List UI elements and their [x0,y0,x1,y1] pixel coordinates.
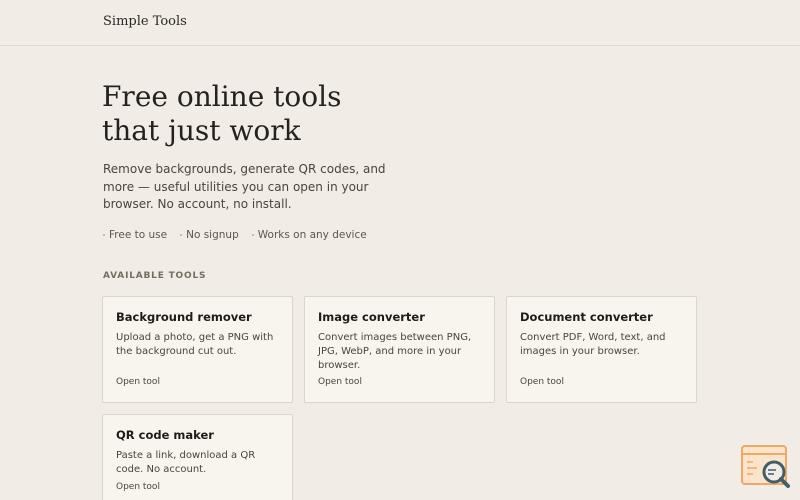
tool-card-qr-code-maker[interactable]: QR code maker Paste a link, download a Q… [102,414,293,500]
card-description: Upload a photo, get a PNG with the backg… [116,332,274,357]
feature-item: Free to use [103,229,167,241]
hero-title-line-2: that just work [102,114,301,147]
open-tool-link[interactable]: Open tool [116,482,160,492]
feature-label: Works on any device [257,229,367,241]
tool-card-document-converter[interactable]: Document converter Convert PDF, Word, te… [506,296,697,403]
feature-item: Works on any device [251,229,367,241]
bullet-icon [180,234,183,236]
tool-card-image-converter[interactable]: Image converter Convert images between P… [304,296,495,403]
hero-title-line-1: Free online tools [102,80,342,113]
card-description: Convert images between PNG, JPG, WebP, a… [318,332,472,371]
card-description: Convert PDF, Word, text, and images in y… [520,332,666,357]
card-title: Image converter [318,310,425,324]
hero-title: Free online tools that just work [102,80,432,148]
bullet-icon [251,234,254,236]
feature-item: No signup [180,229,239,241]
card-title: QR code maker [116,428,214,442]
hero-description: Remove backgrounds, generate QR codes, a… [103,162,386,211]
section-label: AVAILABLE TOOLS [103,271,207,281]
feature-list: Free to use No signup Works on any devic… [103,229,367,241]
card-title: Document converter [520,310,653,324]
open-tool-link[interactable]: Open tool [520,377,564,387]
feature-label: No signup [186,229,239,241]
bullet-icon [103,234,105,236]
brand-name[interactable]: Simple Tools [103,14,187,29]
tool-card-background-remover[interactable]: Background remover Upload a photo, get a… [102,296,293,403]
floating-search-widget[interactable] [740,444,792,492]
open-tool-link[interactable]: Open tool [318,377,362,387]
open-tool-link[interactable]: Open tool [116,377,160,387]
card-title: Background remover [116,310,252,324]
top-bar: Simple Tools [0,0,800,46]
card-description: Paste a link, download a QR code. No acc… [116,450,256,475]
feature-label: Free to use [109,229,168,241]
browser-search-icon [741,445,790,488]
